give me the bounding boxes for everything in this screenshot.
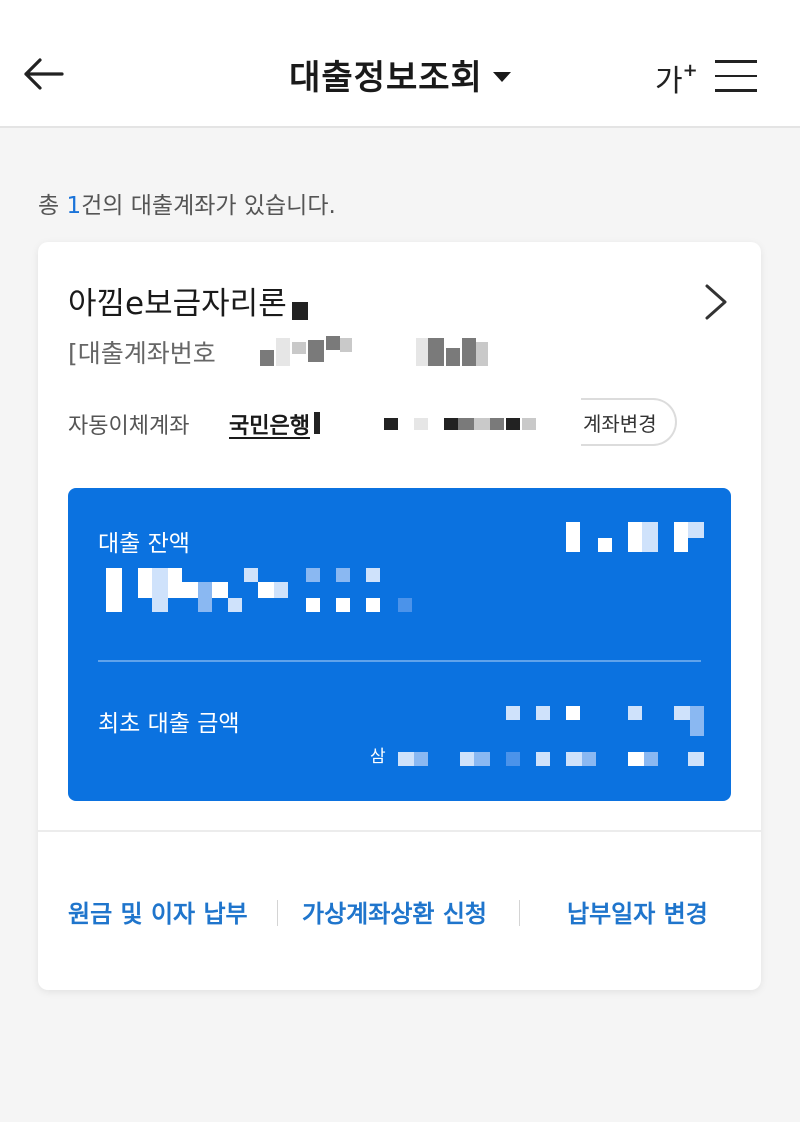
redacted-block	[536, 706, 550, 720]
loan-count: 1	[66, 193, 82, 219]
font-size-label: 가	[655, 64, 683, 99]
redacted-block	[308, 340, 324, 362]
loan-product-name[interactable]: 아낌e보금자리론	[68, 278, 287, 323]
action-separator	[519, 900, 520, 926]
panel-divider	[98, 660, 701, 662]
redacted-block	[460, 752, 474, 766]
redacted-block	[688, 752, 704, 766]
redacted-block	[674, 706, 690, 720]
pay-principal-interest-link[interactable]: 원금 및 이자 납부	[68, 894, 248, 929]
plus-icon: +	[682, 60, 698, 81]
change-account-button[interactable]: 계좌변경	[581, 398, 677, 446]
redacted-block	[152, 568, 168, 612]
amount-in-words-prefix: 삼	[370, 747, 386, 767]
font-size-button[interactable]: 가+	[655, 56, 698, 100]
redacted-block	[628, 706, 642, 720]
redacted-block	[628, 752, 644, 766]
redacted-block	[414, 752, 428, 766]
redacted-block	[336, 568, 350, 582]
redacted-block	[212, 582, 228, 598]
redacted-block	[566, 706, 580, 720]
redacted-block	[506, 706, 520, 720]
redacted-block	[340, 338, 352, 352]
autopay-account-label: 자동이체계좌	[68, 414, 190, 439]
redacted-block	[292, 302, 308, 320]
redacted-block	[628, 522, 642, 552]
redacted-block	[336, 598, 350, 612]
balance-label: 대출 잔액	[98, 531, 190, 557]
redacted-block	[398, 598, 412, 612]
redacted-block	[582, 752, 596, 766]
redacted-block	[446, 348, 460, 366]
change-payment-date-link[interactable]: 납부일자 변경	[567, 894, 708, 929]
redacted-block	[260, 350, 274, 366]
loan-account-card: 아낌e보금자리론 [대출계좌번호 자동이체계좌 국민은행 계좌변경 대출 잔액	[38, 242, 761, 990]
redacted-block	[476, 342, 488, 366]
redacted-block	[258, 582, 274, 598]
virtual-account-repayment-link[interactable]: 가상계좌상환 신청	[302, 894, 487, 929]
redacted-block	[566, 522, 580, 552]
redacted-block	[106, 568, 122, 612]
redacted-block	[474, 752, 490, 766]
redacted-block	[416, 338, 428, 366]
redacted-block	[522, 418, 536, 430]
redacted-block	[366, 598, 380, 612]
loan-count-summary: 총 1건의 대출계좌가 있습니다.	[38, 186, 336, 220]
redacted-block	[366, 568, 380, 582]
redacted-block	[168, 568, 182, 598]
autopay-bank-name[interactable]: 국민은행	[229, 408, 310, 440]
loan-actions: 원금 및 이자 납부 가상계좌상환 신청 납부일자 변경	[38, 894, 761, 930]
redacted-block	[306, 568, 320, 582]
redacted-block	[314, 412, 320, 434]
redacted-block	[182, 582, 198, 598]
hamburger-menu-icon[interactable]	[715, 60, 757, 94]
redacted-block	[276, 338, 290, 366]
chevron-right-icon[interactable]	[701, 282, 731, 322]
redacted-block	[244, 568, 258, 582]
redacted-block	[444, 418, 458, 430]
redacted-block	[306, 598, 320, 612]
redacted-block	[644, 752, 658, 766]
page-title: 대출정보조회	[289, 58, 483, 98]
action-separator	[277, 900, 278, 926]
redacted-block	[428, 338, 444, 366]
redacted-block	[474, 418, 490, 430]
redacted-block	[198, 582, 212, 612]
redacted-block	[292, 342, 306, 354]
redacted-block	[462, 338, 476, 366]
redacted-block	[228, 598, 242, 612]
summary-suffix: 건의 대출계좌가 있습니다.	[81, 193, 336, 219]
redacted-block	[642, 522, 658, 552]
card-divider	[38, 830, 761, 832]
redacted-block	[414, 418, 428, 430]
loan-amount-panel: 대출 잔액 최초 대출 금액 삼	[68, 488, 731, 801]
caret-down-icon	[492, 71, 511, 82]
app-header: 대출정보조회 가+	[0, 0, 800, 128]
loan-account-number: [대출계좌번호	[68, 334, 216, 370]
account-number-label: [대출계좌번호	[68, 339, 216, 368]
redacted-block	[688, 522, 704, 538]
redacted-block	[398, 752, 414, 766]
redacted-block	[506, 418, 520, 430]
redacted-block	[674, 522, 688, 552]
redacted-block	[138, 568, 152, 598]
summary-prefix: 총	[38, 193, 67, 219]
redacted-block	[274, 582, 288, 598]
redacted-block	[566, 752, 582, 766]
redacted-block	[458, 418, 474, 430]
redacted-block	[384, 418, 398, 430]
redacted-block	[490, 418, 504, 430]
redacted-block	[326, 336, 340, 350]
initial-amount-label: 최초 대출 금액	[98, 711, 240, 737]
redacted-block	[506, 752, 520, 766]
redacted-block	[690, 706, 704, 736]
redacted-block	[598, 538, 612, 552]
redacted-block	[536, 752, 550, 766]
